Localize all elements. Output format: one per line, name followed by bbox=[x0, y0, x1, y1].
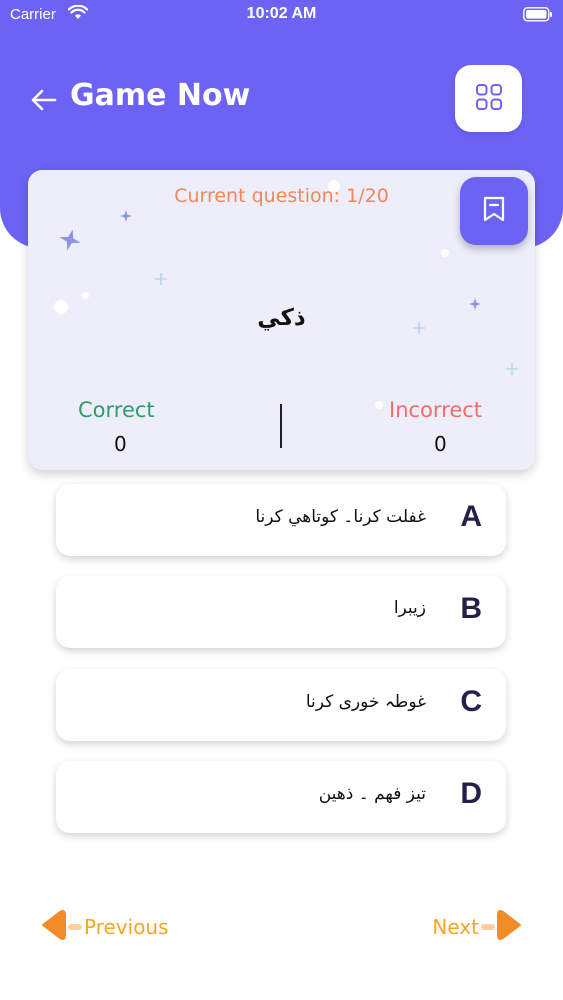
sparkle-decoration bbox=[59, 229, 81, 251]
previous-button[interactable]: Previous bbox=[40, 910, 169, 944]
plus-decoration bbox=[506, 363, 518, 375]
question-word: ذكي bbox=[257, 305, 306, 331]
option-text: زیبرا bbox=[393, 598, 426, 618]
status-bar: Carrier 10:02 AM bbox=[0, 0, 563, 32]
dot-decoration bbox=[375, 401, 383, 409]
arrow-left-icon bbox=[40, 909, 66, 945]
next-button[interactable]: Next bbox=[432, 910, 523, 944]
incorrect-label: Incorrect bbox=[389, 398, 483, 422]
status-time: 10:02 AM bbox=[246, 5, 317, 22]
option-letter: C bbox=[460, 685, 482, 718]
option-b[interactable]: زیبرا B bbox=[56, 576, 506, 648]
option-text: غوطہ خوری کرنا bbox=[305, 692, 426, 712]
question-card: Current question: 1/20 ذكي Correct 0 Inc… bbox=[28, 170, 535, 470]
option-c[interactable]: غوطہ خوری کرنا C bbox=[56, 669, 506, 741]
next-label: Next bbox=[432, 915, 479, 939]
nav-dash bbox=[481, 924, 495, 930]
option-letter: D bbox=[460, 777, 482, 810]
score-divider bbox=[280, 404, 282, 448]
dot-decoration bbox=[441, 249, 449, 257]
correct-label: Correct bbox=[78, 398, 155, 422]
plus-decoration bbox=[155, 273, 167, 285]
arrow-right-icon bbox=[497, 909, 523, 945]
page-title: Game Now bbox=[70, 78, 251, 113]
option-letter: B bbox=[460, 592, 482, 625]
question-counter: Current question: 1/20 bbox=[174, 185, 389, 207]
back-arrow-icon[interactable] bbox=[30, 86, 58, 114]
categories-grid-button[interactable] bbox=[455, 65, 522, 132]
nav-dash bbox=[68, 924, 82, 930]
battery-icon bbox=[523, 7, 553, 26]
option-a[interactable]: غفلت کرنا۔ کوتاهي کرنا A bbox=[56, 484, 506, 556]
grid-icon bbox=[474, 82, 504, 116]
option-letter: A bbox=[460, 500, 482, 533]
correct-count: 0 bbox=[114, 432, 127, 456]
option-d[interactable]: تیز فهم ۔ ذهین D bbox=[56, 761, 506, 833]
dot-decoration bbox=[82, 292, 89, 299]
bookmark-button[interactable] bbox=[460, 177, 528, 245]
sparkle-decoration bbox=[120, 210, 132, 222]
bookmark-icon bbox=[481, 195, 507, 227]
option-text: غفلت کرنا۔ کوتاهي کرنا bbox=[255, 507, 426, 527]
previous-label: Previous bbox=[84, 915, 169, 939]
incorrect-count: 0 bbox=[434, 432, 447, 456]
option-text: تیز فهم ۔ ذهین bbox=[318, 784, 426, 804]
